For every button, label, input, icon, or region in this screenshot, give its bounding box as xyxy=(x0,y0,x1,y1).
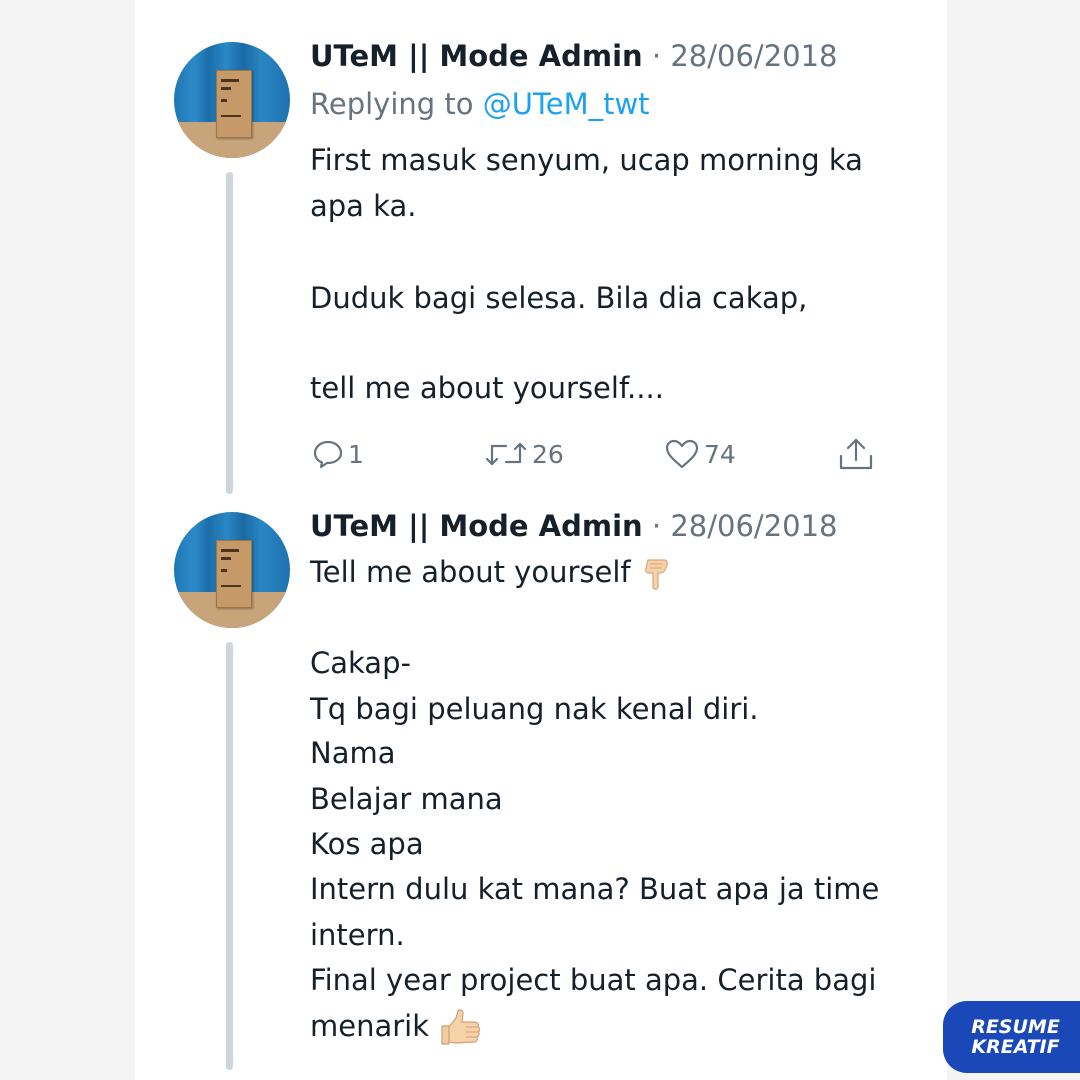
replying-handle-link[interactable]: @UTeM_twt xyxy=(483,87,650,121)
tweet-text-line: intern. xyxy=(310,918,405,952)
thumbs-up-emoji xyxy=(441,1009,481,1045)
tweet-text-line: apa ka. xyxy=(310,189,417,223)
retweet-icon xyxy=(485,442,527,466)
avatar[interactable] xyxy=(174,42,290,158)
tweet-text-line: Intern dulu kat mana? Buat apa ja time xyxy=(310,872,880,906)
tweet-text-line: Final year project buat apa. Cerita bagi xyxy=(310,963,877,997)
resume-kreatif-badge: RESUME KREATIF xyxy=(943,1001,1080,1073)
tweet-text-line: First masuk senyum, ucap morning ka xyxy=(310,143,863,177)
speech-bubble-icon xyxy=(313,440,343,469)
retweet-button[interactable]: 26 xyxy=(484,434,564,474)
share-button[interactable] xyxy=(836,434,876,474)
tweet-text-line: Tell me about yourself xyxy=(310,554,674,592)
tweet-header: UTeM || Mode Admin · 28/06/2018 xyxy=(310,508,838,544)
tweet-text: Tell me about yourself xyxy=(310,555,631,589)
like-button[interactable]: 74 xyxy=(664,434,736,474)
tweet-text-line: tell me about yourself.... xyxy=(310,371,664,405)
tweet-text-line: Tq bagi peluang nak kenal diri. xyxy=(310,692,759,726)
share-icon xyxy=(839,438,873,470)
separator: · xyxy=(651,509,662,543)
retweet-count: 26 xyxy=(532,439,564,469)
reply-button[interactable]: 1 xyxy=(312,434,364,474)
tweet-text-line: Belajar mana xyxy=(310,782,503,816)
tweet-header: UTeM || Mode Admin · 28/06/2018 xyxy=(310,38,838,74)
thread-connector-line xyxy=(226,172,233,494)
point-down-emoji xyxy=(644,559,668,590)
tweet-date[interactable]: 28/06/2018 xyxy=(670,509,837,543)
author-name[interactable]: UTeM || Mode Admin xyxy=(310,39,643,73)
badge-line-2: KREATIF xyxy=(971,1036,1060,1058)
heart-icon xyxy=(665,439,699,469)
thread-connector-line xyxy=(226,642,233,1070)
replying-to: Replying to @UTeM_twt xyxy=(310,86,650,122)
tweet-text-line: Duduk bagi selesa. Bila dia cakap, xyxy=(310,281,808,315)
replying-prefix: Replying to xyxy=(310,87,483,121)
reply-count: 1 xyxy=(348,439,364,469)
badge-line-1: RESUME xyxy=(971,1016,1060,1038)
tweet-text: menarik xyxy=(310,1009,430,1043)
separator: · xyxy=(651,39,662,73)
author-name[interactable]: UTeM || Mode Admin xyxy=(310,509,643,543)
tweet-text-line: menarik xyxy=(310,1008,482,1048)
tweet-text-line: Nama xyxy=(310,736,396,770)
tweet-text-line: Cakap- xyxy=(310,646,411,680)
tweet-text-line: Kos apa xyxy=(310,827,424,861)
avatar[interactable] xyxy=(174,512,290,628)
tweet-date[interactable]: 28/06/2018 xyxy=(670,39,837,73)
like-count: 74 xyxy=(704,439,736,469)
